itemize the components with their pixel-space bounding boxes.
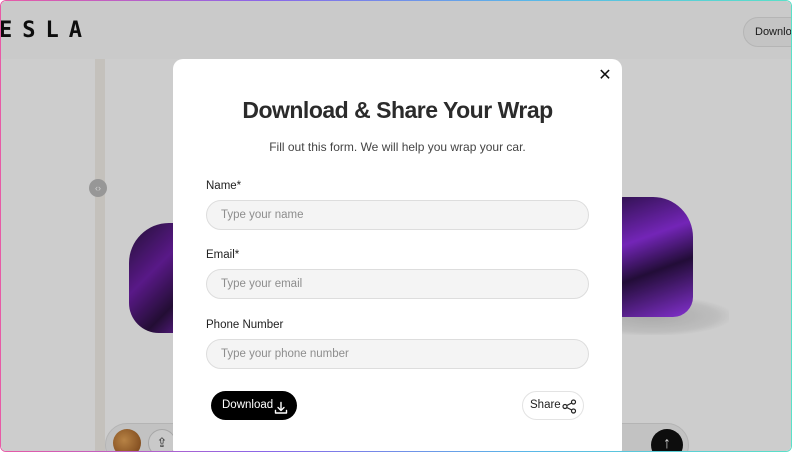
share-button-label: Share [530, 399, 561, 411]
download-button-label: Download [222, 399, 274, 411]
modal-title: Download & Share Your Wrap [242, 97, 553, 123]
name-label: Name* [206, 180, 242, 192]
share-icon [562, 398, 577, 425]
email-input[interactable] [206, 269, 589, 299]
name-input[interactable] [206, 200, 589, 230]
download-button[interactable]: Download [211, 391, 297, 420]
email-label: Email* [206, 249, 240, 261]
phone-label: Phone Number [206, 319, 284, 331]
window-frame: ESLA Download ‹› ⇪ ↑ ✕ Download & Share … [0, 0, 792, 452]
download-icon [274, 398, 288, 427]
phone-input[interactable] [206, 339, 589, 369]
download-share-modal: ✕ Download & Share Your Wrap Fill out th… [173, 59, 622, 451]
share-button[interactable]: Share [522, 391, 584, 420]
modal-subtitle: Fill out this form. We will help you wra… [269, 140, 526, 154]
close-icon[interactable]: ✕ [596, 67, 614, 85]
